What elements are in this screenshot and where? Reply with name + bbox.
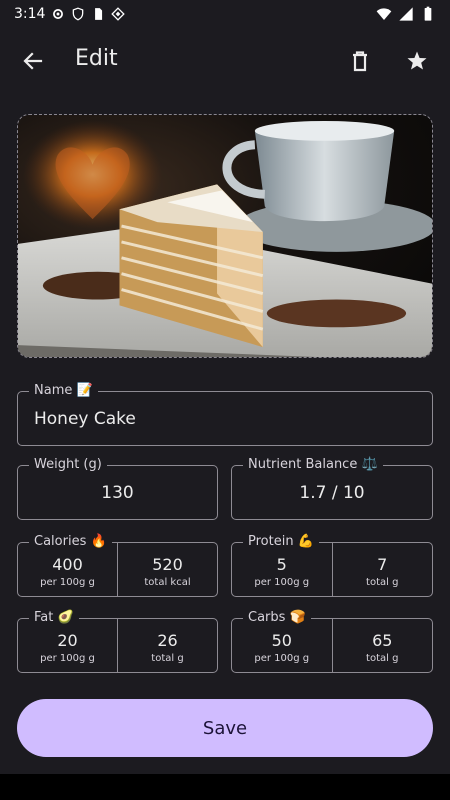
weight-field[interactable]: Weight (g) 130 bbox=[17, 457, 218, 520]
status-time: 3:14 bbox=[14, 6, 46, 22]
back-button[interactable] bbox=[9, 37, 57, 85]
trash-icon bbox=[353, 51, 367, 72]
calories-per100-value[interactable]: 400 bbox=[52, 555, 83, 574]
fat-total-value[interactable]: 26 bbox=[157, 631, 177, 650]
fat-total-cell[interactable]: 26 total g bbox=[117, 619, 217, 672]
signal-icon bbox=[399, 7, 413, 21]
protein-per100-cell[interactable]: 5 per 100g g bbox=[232, 543, 332, 596]
diamond-icon bbox=[111, 7, 126, 21]
star-icon bbox=[407, 51, 427, 70]
calories-total-value[interactable]: 520 bbox=[152, 555, 183, 574]
carbs-total-unit: total g bbox=[366, 652, 399, 664]
carbs-label: Carbs 🍞 bbox=[243, 610, 311, 626]
delete-button[interactable] bbox=[336, 37, 384, 85]
nutrient-balance-value: 1.7 / 10 bbox=[299, 482, 365, 503]
carbs-total-cell[interactable]: 65 total g bbox=[331, 619, 433, 672]
carbs-per100-cell[interactable]: 50 per 100g g bbox=[232, 619, 332, 672]
settings-gear-icon bbox=[53, 9, 64, 19]
protein-field: Protein 💪 5 per 100g g 7 total g bbox=[231, 534, 433, 597]
carbs-per100-unit: per 100g g bbox=[254, 652, 310, 664]
protein-total-unit: total g bbox=[366, 576, 399, 588]
calories-total-cell[interactable]: 520 total kcal bbox=[117, 543, 217, 596]
status-bar: 3:14 bbox=[0, 0, 450, 28]
calories-per100-cell[interactable]: 400 per 100g g bbox=[18, 543, 117, 596]
fat-total-unit: total g bbox=[151, 652, 184, 664]
sim-card-icon bbox=[95, 8, 103, 20]
calories-total-unit: total kcal bbox=[144, 576, 191, 588]
page-title: Edit bbox=[75, 46, 118, 71]
protein-per100-unit: per 100g g bbox=[254, 576, 310, 588]
weight-input[interactable]: 130 bbox=[34, 466, 201, 519]
nutrient-balance-field: Nutrient Balance ⚖️ 1.7 / 10 bbox=[231, 457, 433, 520]
fat-label: Fat 🥑 bbox=[29, 610, 79, 626]
food-photo[interactable] bbox=[17, 114, 433, 358]
system-navigation-bar bbox=[0, 774, 450, 800]
fat-per100-cell[interactable]: 20 per 100g g bbox=[18, 619, 117, 672]
carbs-field: Carbs 🍞 50 per 100g g 65 total g bbox=[231, 610, 433, 673]
cake-photo-image bbox=[18, 115, 432, 357]
save-button[interactable]: Save bbox=[17, 699, 433, 757]
protein-total-cell[interactable]: 7 total g bbox=[331, 543, 433, 596]
protein-total-value[interactable]: 7 bbox=[377, 555, 387, 574]
calories-label: Calories 🔥 bbox=[29, 534, 112, 550]
top-app-bar: Edit bbox=[0, 32, 450, 90]
fat-per100-unit: per 100g g bbox=[40, 652, 95, 664]
carbs-total-value[interactable]: 65 bbox=[372, 631, 392, 650]
wifi-icon bbox=[376, 8, 392, 20]
calories-per100-unit: per 100g g bbox=[40, 576, 95, 588]
protein-per100-value[interactable]: 5 bbox=[277, 555, 287, 574]
name-input[interactable]: Honey Cake bbox=[34, 392, 416, 445]
fat-field: Fat 🥑 20 per 100g g 26 total g bbox=[17, 610, 218, 673]
carbs-per100-value[interactable]: 50 bbox=[272, 631, 292, 650]
calories-field: Calories 🔥 400 per 100g g 520 total kcal bbox=[17, 534, 218, 597]
name-field[interactable]: Name 📝 Honey Cake bbox=[17, 383, 433, 446]
favorite-button[interactable] bbox=[393, 37, 441, 85]
protein-label: Protein 💪 bbox=[243, 534, 319, 550]
arrow-back-icon bbox=[23, 52, 43, 70]
fat-per100-value[interactable]: 20 bbox=[57, 631, 77, 650]
shield-icon bbox=[73, 7, 84, 21]
battery-icon bbox=[424, 6, 432, 21]
